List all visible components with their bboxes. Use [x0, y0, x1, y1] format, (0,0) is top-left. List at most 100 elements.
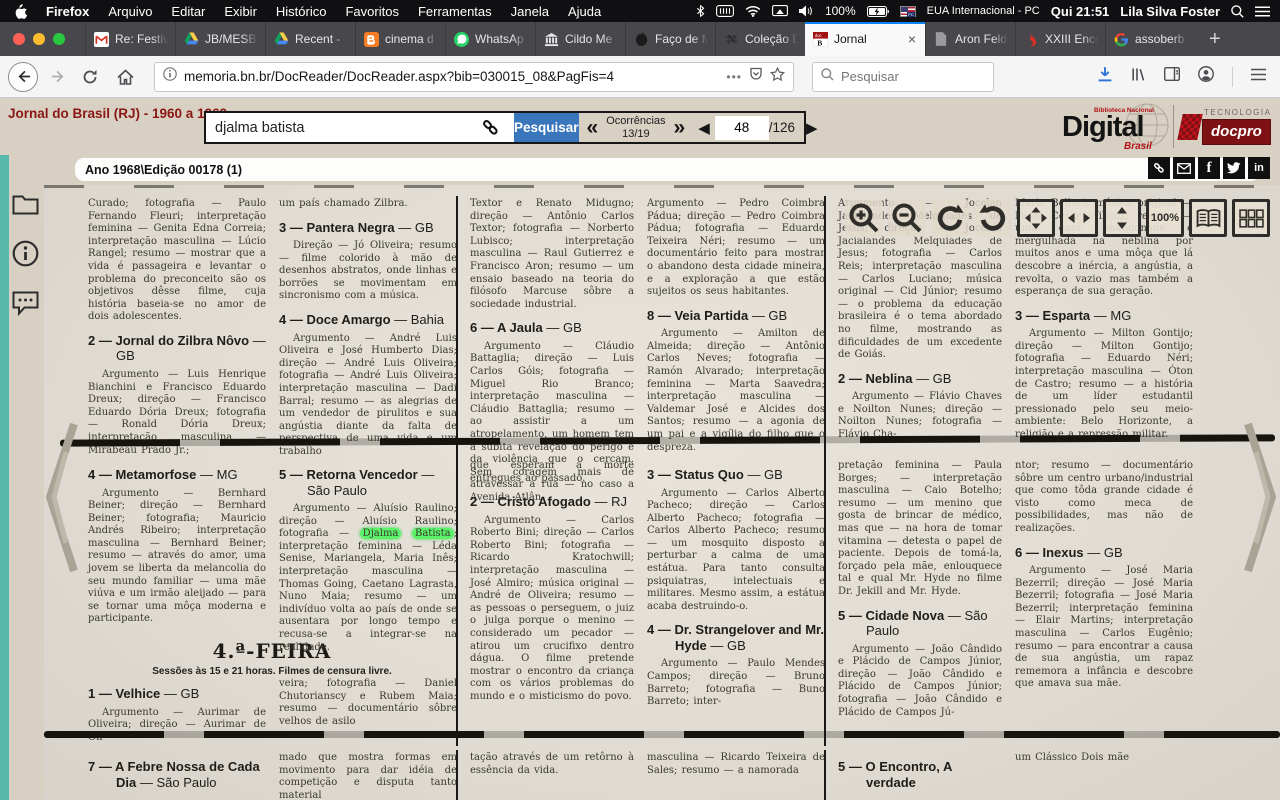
new-tab-button[interactable]: +	[1195, 22, 1235, 56]
bookmark-star-icon[interactable]	[770, 67, 785, 87]
bn-digital-logo[interactable]: Biblioteca Nacional Digital Brasil	[1060, 101, 1172, 153]
fit-height-icon[interactable]	[1103, 199, 1141, 237]
newspaper-paragraph: Argumento — João Cândido e Plácido de Ca…	[838, 644, 1002, 720]
menu-arquivo[interactable]: Arquivo	[108, 4, 152, 19]
menu-ferramentas[interactable]: Ferramentas	[418, 4, 492, 19]
next-page-button[interactable]: ▶	[801, 119, 823, 137]
menu-favoritos[interactable]: Favoritos	[345, 4, 398, 19]
page-actions-icon[interactable]: •••	[726, 70, 742, 84]
volume-icon[interactable]	[799, 5, 814, 17]
forward-button[interactable]	[44, 69, 72, 84]
browser-tab[interactable]: Cildo Me	[535, 22, 625, 56]
url-input[interactable]	[184, 69, 719, 84]
browser-tab[interactable]: Re: Festiv	[85, 22, 175, 56]
share-link-icon[interactable]	[1148, 157, 1170, 179]
menu-ajuda[interactable]: Ajuda	[568, 4, 601, 19]
fit-page-icon[interactable]	[1017, 199, 1055, 237]
previous-page-button[interactable]: ◀	[693, 119, 715, 137]
spotlight-icon[interactable]	[1231, 5, 1244, 18]
zoom-out-icon[interactable]	[888, 199, 926, 237]
firefox-tab-strip: Re: Festiv JB/MESB Recent - cinema d Wha…	[0, 22, 1280, 56]
url-bar[interactable]: •••	[154, 62, 794, 92]
wifi-icon[interactable]	[745, 5, 761, 17]
zoom-window-button[interactable]	[53, 33, 65, 45]
zoom-in-icon[interactable]	[845, 199, 883, 237]
side-panel	[9, 185, 44, 800]
browser-tab[interactable]: NColeção D	[715, 22, 805, 56]
twitter-icon[interactable]	[1223, 157, 1245, 179]
newspaper-paragraph: Argumento — José Maria Bezerril; direção…	[1015, 565, 1193, 691]
browser-search-input[interactable]	[841, 69, 961, 84]
browser-tab[interactable]: Aron Feld	[925, 22, 1015, 56]
menu-historico[interactable]: Histórico	[276, 4, 327, 19]
film-heading: 3 — Status Quo — GB	[647, 467, 825, 483]
docreader-search-input[interactable]	[206, 120, 476, 136]
newspaper-column: pretação feminina — Paula Borges; — inte…	[824, 458, 1002, 746]
film-heading: 6 — Inexus — GB	[1015, 545, 1193, 561]
browser-search-field[interactable]	[812, 62, 994, 92]
newspaper-column: 5 — O Encontro, A verdade	[824, 750, 1002, 800]
bluetooth-icon[interactable]	[696, 4, 705, 18]
sidebar-toggle-icon[interactable]	[1164, 67, 1180, 86]
menu-exibir[interactable]: Exibir	[224, 4, 257, 19]
input-source-label[interactable]: EUA Internacional - PC	[927, 5, 1040, 17]
back-button[interactable]	[8, 62, 38, 92]
browser-tab[interactable]: Recent -	[265, 22, 355, 56]
menu-hamburger-icon[interactable]	[1251, 68, 1266, 86]
menu-firefox[interactable]: Firefox	[46, 4, 89, 19]
reload-button[interactable]	[76, 69, 104, 85]
site-info-icon[interactable]	[163, 67, 177, 86]
comments-icon[interactable]	[12, 291, 39, 321]
close-window-button[interactable]	[13, 33, 25, 45]
flag-icon[interactable]	[900, 6, 916, 17]
facebook-icon[interactable]: f	[1198, 157, 1220, 179]
previous-page-chevron[interactable]	[42, 420, 78, 580]
pesquisar-button[interactable]: Pesquisar	[514, 113, 579, 142]
browser-tab-active[interactable]: docBJornal×	[805, 22, 925, 56]
linkedin-icon[interactable]: in	[1248, 157, 1270, 179]
browser-tab[interactable]: WhatsAp	[445, 22, 535, 56]
battery-percent: 100%	[825, 4, 856, 18]
logo-digital-text: Digital	[1062, 111, 1144, 144]
memory-icon[interactable]	[716, 5, 734, 17]
browser-tab[interactable]: assoberb	[1105, 22, 1195, 56]
folder-icon[interactable]	[12, 192, 39, 220]
docpro-logo[interactable]: TECNOLOGIA docpro	[1180, 106, 1274, 147]
next-occurrence-button[interactable]: »	[666, 117, 694, 138]
display-mirror-icon[interactable]	[772, 5, 788, 17]
toolbar-divider	[1232, 67, 1233, 87]
menu-editar[interactable]: Editar	[171, 4, 205, 19]
home-button[interactable]	[110, 69, 140, 85]
newspaper-paragraph: Argumento — Flávio Chaves e Noilton Nune…	[838, 391, 1002, 441]
fit-width-icon[interactable]	[1060, 199, 1098, 237]
zoom-100-button[interactable]: 100%	[1146, 199, 1184, 237]
browser-tab[interactable]: cinema d	[355, 22, 445, 56]
rotate-left-icon[interactable]	[931, 199, 969, 237]
apple-menu-icon[interactable]	[14, 4, 27, 19]
menu-janela[interactable]: Janela	[511, 4, 549, 19]
library-icon[interactable]	[1131, 67, 1146, 87]
downloads-icon[interactable]	[1097, 66, 1113, 87]
book-view-icon[interactable]	[1189, 199, 1227, 237]
minimize-window-button[interactable]	[33, 33, 45, 45]
rotate-right-icon[interactable]	[974, 199, 1012, 237]
info-icon[interactable]	[12, 240, 39, 272]
email-icon[interactable]	[1173, 157, 1195, 179]
side-panel-strip[interactable]	[0, 155, 9, 800]
thumbnails-icon[interactable]	[1232, 199, 1270, 237]
close-tab-icon[interactable]: ×	[906, 31, 918, 47]
account-icon[interactable]	[1198, 66, 1214, 87]
page-number-input[interactable]	[715, 116, 769, 140]
previous-occurrence-button[interactable]: «	[579, 117, 607, 138]
pocket-icon[interactable]	[749, 67, 763, 86]
link-icon[interactable]	[476, 117, 505, 138]
menubar-clock[interactable]: Qui 21:51	[1051, 4, 1110, 19]
next-page-chevron[interactable]	[1244, 420, 1280, 580]
logo-brasil-text: Brasil	[1124, 141, 1152, 152]
browser-tab[interactable]: Faço de M	[625, 22, 715, 56]
browser-tab[interactable]: JB/MESB	[175, 22, 265, 56]
browser-tab[interactable]: XXIII Enco	[1015, 22, 1105, 56]
menubar-username[interactable]: Lila Silva Foster	[1120, 4, 1220, 19]
film-heading: 1 — Velhice — GB	[88, 686, 266, 702]
notification-center-icon[interactable]	[1255, 6, 1270, 17]
